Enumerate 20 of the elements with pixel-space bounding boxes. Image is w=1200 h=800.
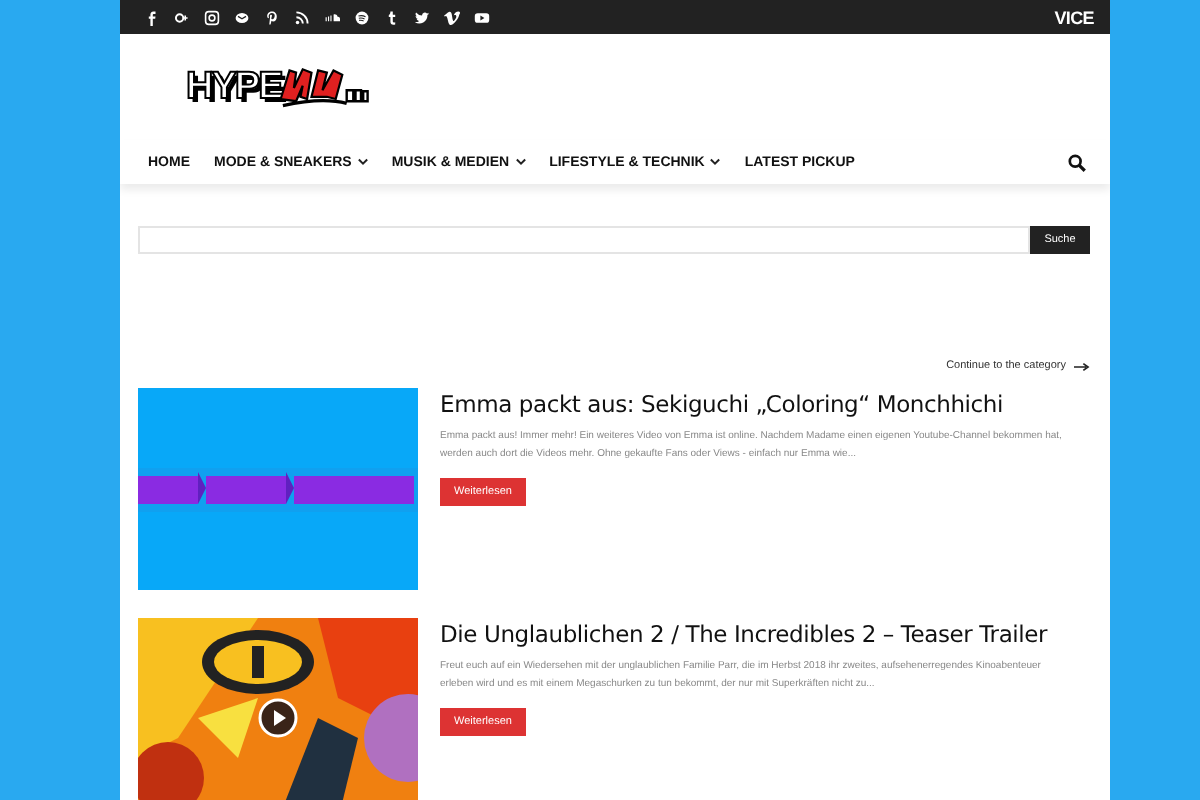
site-logo[interactable]: HYPE [186,65,282,109]
googleplus-icon[interactable] [174,9,190,25]
rss-icon[interactable] [294,9,310,25]
youtube-icon[interactable] [474,9,490,25]
article-title[interactable]: Emma packt aus: Sekiguchi „Coloring“ Monchhichi [440,390,1074,418]
search-icon[interactable] [1068,153,1086,171]
spotify-icon[interactable] [354,9,370,25]
partner-logo[interactable]: VICE [1054,7,1094,27]
play-icon[interactable] [258,698,298,738]
article-title[interactable]: Die Unglaublichen 2 / The Incredibles 2 – Teaser Trailer [440,620,1074,648]
pinterest-icon[interactable] [264,9,280,25]
mail-icon[interactable] [234,9,250,25]
facebook-icon[interactable] [144,9,160,25]
vimeo-icon[interactable] [444,9,460,25]
arrow-icon [1074,361,1090,371]
soundcloud-icon[interactable] [324,9,340,25]
tumblr-icon[interactable] [384,9,400,25]
instagram-icon[interactable] [204,9,220,25]
search-field[interactable] [138,226,1030,254]
twitter-icon[interactable] [414,9,430,25]
